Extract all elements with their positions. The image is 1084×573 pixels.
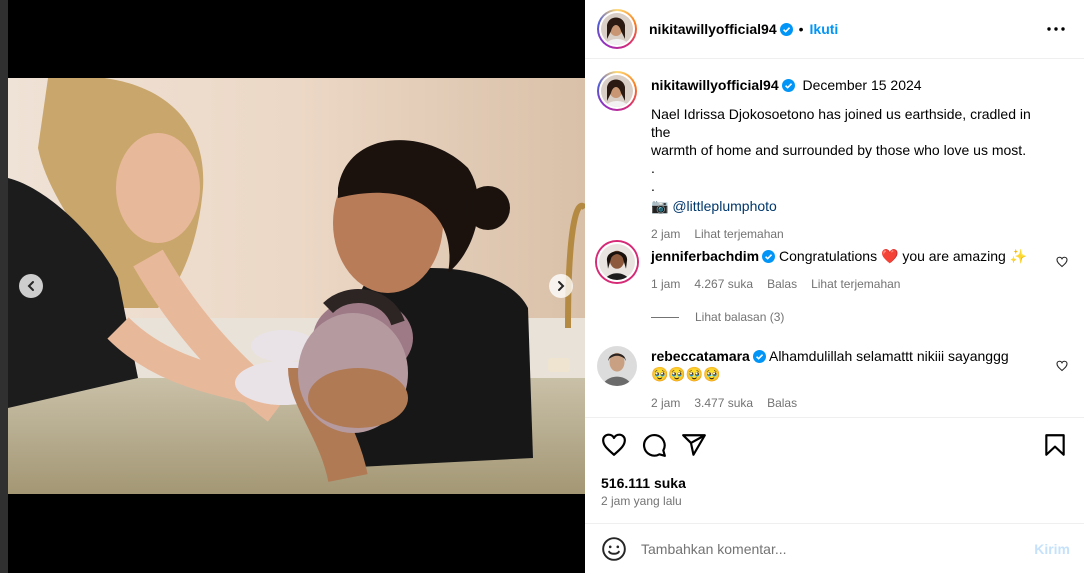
separator-dot: • (798, 21, 804, 37)
carousel-next-button[interactable] (549, 274, 573, 298)
comment-meta: 2 jam 3.477 suka Balas (651, 394, 1021, 412)
post-time: 2 jam yang lalu (601, 494, 682, 508)
follow-button[interactable]: Ikuti (810, 21, 839, 37)
caption-text: Nael Idrissa Djokosoetono has joined us … (651, 105, 1051, 215)
post-details-panel: nikitawillyofficial94 • Ikuti nikitawill… (585, 0, 1084, 573)
comment-age: 1 jam (651, 277, 681, 291)
comment-text: you are amazing (902, 248, 1006, 264)
commenter-username[interactable]: rebeccatamara (651, 348, 750, 364)
emoji-icon[interactable] (601, 536, 627, 562)
caption-line: . (651, 178, 655, 194)
post-comment-button[interactable]: Kirim (1034, 541, 1070, 557)
share-icon[interactable] (681, 432, 707, 458)
comment-meta: 1 jam 4.267 suka Balas Lihat terjemahan (651, 275, 1041, 293)
post-header: nikitawillyofficial94 • Ikuti (585, 0, 1084, 59)
post-media-pane (0, 0, 585, 573)
comments-section[interactable]: nikitawillyofficial94 December 15 2024 N… (585, 59, 1084, 418)
verified-badge-icon (781, 79, 795, 92)
caption-line: . (651, 160, 655, 176)
camera-emoji: 📷 (651, 198, 669, 214)
comment-like-icon[interactable] (1056, 256, 1068, 268)
replies-divider (651, 316, 679, 318)
photo-illustration (8, 78, 585, 494)
commenter-username[interactable]: jenniferbachdim (651, 248, 759, 264)
comment-icon[interactable] (641, 432, 667, 458)
comment-item: rebeccatamara Alhamdulillah selamattt ni… (597, 346, 1068, 412)
verified-badge-icon (779, 22, 793, 36)
commenter-avatar[interactable] (597, 242, 637, 282)
avatar-image (597, 346, 637, 386)
sparkle-emoji: ✨ (1009, 248, 1028, 264)
caption-translate-link[interactable]: Lihat terjemahan (694, 225, 783, 243)
bookmark-icon[interactable] (1042, 432, 1068, 458)
comment-like-icon[interactable] (1056, 360, 1068, 372)
chevron-right-icon (558, 281, 565, 291)
verified-badge-icon (762, 250, 776, 263)
comment-item: jenniferbachdim Congratulations ❤️ you a… (597, 242, 1068, 293)
post-actions (601, 430, 1068, 460)
carousel-prev-button[interactable] (19, 274, 43, 298)
comment-text: Congratulations (779, 248, 878, 264)
comment-likes[interactable]: 3.477 suka (694, 394, 753, 412)
avatar-image (601, 75, 633, 107)
more-options-icon (1047, 27, 1065, 31)
author-username[interactable]: nikitawillyofficial94 (649, 21, 777, 37)
heart-emoji: ❤️ (880, 248, 899, 264)
caption-username[interactable]: nikitawillyofficial94 (651, 77, 779, 93)
post-photo[interactable] (8, 78, 585, 494)
avatar-image (599, 244, 635, 280)
comment-input[interactable] (641, 540, 1035, 557)
verified-badge-icon (752, 350, 766, 363)
media-edge (0, 0, 8, 573)
comment-likes[interactable]: 4.267 suka (694, 275, 753, 293)
comment-age: 2 jam (651, 396, 681, 410)
caption-author-avatar[interactable] (597, 71, 637, 111)
commenter-avatar[interactable] (597, 346, 637, 386)
chevron-left-icon (27, 281, 34, 291)
heart-icon[interactable] (601, 432, 627, 458)
view-replies-button[interactable]: Lihat balasan (3) (651, 310, 784, 324)
comment-translate-link[interactable]: Lihat terjemahan (811, 275, 900, 293)
comment-reply-button[interactable]: Balas (767, 394, 797, 412)
more-options-button[interactable] (1044, 17, 1068, 41)
caption: nikitawillyofficial94 December 15 2024 N… (597, 71, 1068, 243)
view-replies-label: Lihat balasan (3) (695, 310, 785, 324)
caption-line: warmth of home and surrounded by those w… (651, 142, 1027, 158)
add-comment-bar: Kirim (585, 523, 1084, 573)
comment-reply-button[interactable]: Balas (767, 275, 797, 293)
caption-age: 2 jam (651, 227, 681, 241)
caption-line: Nael Idrissa Djokosoetono has joined us … (651, 106, 1031, 140)
photographer-mention[interactable]: @littleplumphoto (672, 198, 777, 214)
caption-date: December 15 2024 (802, 77, 922, 93)
caption-meta: 2 jam Lihat terjemahan (651, 225, 1051, 243)
likes-count[interactable]: 516.111 suka (601, 475, 686, 491)
avatar-image (601, 13, 633, 45)
author-avatar[interactable] (597, 9, 637, 49)
